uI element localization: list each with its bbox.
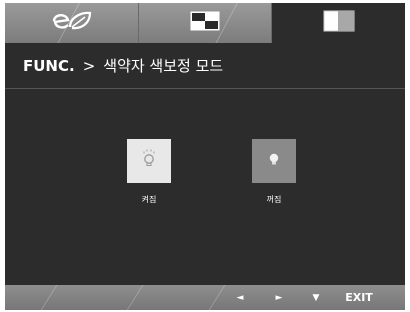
scratch-decoration — [36, 285, 59, 310]
down-arrow-button[interactable]: ▼ — [305, 285, 327, 310]
panel-split-icon — [323, 10, 355, 36]
footer-bar: ◄ ► ▼ EXIT — [5, 285, 405, 310]
bulb-on-icon — [138, 148, 160, 174]
page-title: 색약자 색보정 모드 — [103, 57, 224, 75]
right-arrow-button[interactable]: ► — [268, 285, 290, 310]
eco-leaf-icon — [48, 9, 94, 37]
breadcrumb-separator: > — [82, 56, 96, 75]
tab-function[interactable] — [272, 3, 406, 43]
option-off-label: 꺼짐 — [266, 195, 282, 204]
osd-panel: FUNC. > 색약자 색보정 모드 켜짐 꺼짐 ◄ ► ▼ EXIT — [5, 3, 406, 310]
bulb-off-icon — [264, 149, 284, 173]
option-off[interactable]: 꺼짐 — [244, 139, 304, 205]
exit-button[interactable]: EXIT — [337, 285, 381, 310]
option-on-box[interactable] — [127, 139, 171, 183]
tab-picture[interactable] — [138, 3, 273, 43]
scratch-decoration — [122, 285, 145, 310]
option-on-label: 켜짐 — [141, 195, 157, 204]
header-func-label: FUNC. — [23, 56, 75, 75]
tab-eco-mode[interactable] — [5, 3, 139, 43]
left-arrow-button[interactable]: ◄ — [229, 285, 251, 310]
option-on[interactable]: 켜짐 — [119, 139, 179, 205]
tab-bar — [5, 3, 406, 43]
scratch-decoration — [204, 285, 227, 310]
option-off-box[interactable] — [252, 139, 296, 183]
options-area: 켜짐 꺼짐 — [5, 89, 405, 285]
menu-header: FUNC. > 색약자 색보정 모드 — [5, 43, 405, 89]
picture-split-icon — [190, 11, 220, 35]
